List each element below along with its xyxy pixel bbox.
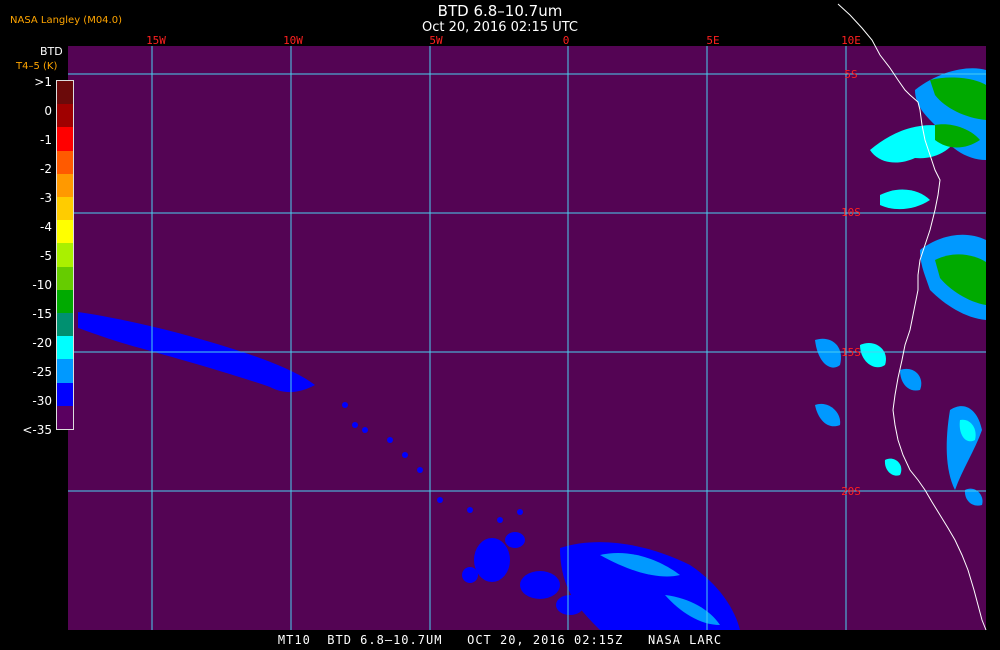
legend-tick-label: <-35 xyxy=(22,423,52,437)
cloud-speck xyxy=(517,509,523,515)
cloud-east-cyan xyxy=(860,342,886,368)
cloud-speck xyxy=(497,517,503,523)
cloud-east-blue xyxy=(946,406,982,490)
cloud-east-blue xyxy=(900,368,922,391)
cloud-speck xyxy=(362,427,368,433)
image-timestamp: Oct 20, 2016 02:15 UTC xyxy=(422,20,578,35)
legend-tick-label: -4 xyxy=(40,220,52,234)
legend-swatch xyxy=(57,382,73,406)
legend-swatch xyxy=(57,405,73,430)
legend-swatch xyxy=(57,81,73,105)
cloud-speck xyxy=(342,402,348,408)
map-overlay: 15W 10W 5W 0 5E 10E 5S 10S 15S 20S xyxy=(68,3,987,631)
bottom-caption: MT10 BTD 6.8–10.7UM OCT 20, 2016 02:15Z … xyxy=(277,633,723,647)
cloud-speck xyxy=(352,422,358,428)
legend-units: T4–5 (K) xyxy=(16,61,58,72)
cloud-east-cyan xyxy=(880,189,930,210)
longitude-label: 15W xyxy=(146,34,166,47)
legend-tick-label: -10 xyxy=(32,278,52,292)
provider-label: NASA Langley (M04.0) xyxy=(10,15,122,26)
cloud-speck xyxy=(467,507,473,513)
longitude-label: 5W xyxy=(429,34,443,47)
legend-swatch xyxy=(57,336,73,360)
legend-title: BTD xyxy=(40,45,63,58)
cloud-east-cyan xyxy=(884,458,902,476)
cloud-blob xyxy=(520,571,560,599)
legend-color-bar xyxy=(56,80,74,430)
legend-swatch xyxy=(57,243,73,267)
latitude-label: 10S xyxy=(841,206,861,219)
legend-tick-label: -3 xyxy=(40,191,52,205)
legend-swatch xyxy=(57,150,73,174)
cloud-blob xyxy=(462,567,478,583)
cloud-blob xyxy=(556,595,584,615)
legend-swatch xyxy=(57,266,73,290)
legend-tick-label: -15 xyxy=(32,307,52,321)
latitude-label: 15S xyxy=(841,346,861,359)
cloud-east-blue xyxy=(815,403,841,427)
legend-swatch xyxy=(57,220,73,244)
legend-tick-label: -30 xyxy=(32,394,52,408)
legend-tick-label: -25 xyxy=(32,365,52,379)
legend-swatch xyxy=(57,104,73,128)
legend-swatch xyxy=(57,359,73,383)
cloud-speck xyxy=(387,437,393,443)
longitude-label: 10W xyxy=(283,34,303,47)
image-title: BTD 6.8–10.7um xyxy=(437,2,563,20)
cloud-blob xyxy=(505,532,525,548)
legend-swatch xyxy=(57,289,73,314)
cloud-speck xyxy=(437,497,443,503)
legend-swatch xyxy=(57,197,73,221)
legend-swatch xyxy=(57,313,73,337)
latitude-label: 20S xyxy=(841,485,861,498)
legend-tick-label: >1 xyxy=(34,75,52,89)
legend-tick-label: -2 xyxy=(40,162,52,176)
cloud-east-blue xyxy=(815,338,841,368)
cloud-blob xyxy=(474,538,510,582)
legend-swatch xyxy=(57,127,73,151)
cloud-speck xyxy=(417,467,423,473)
latitude-label: 5S xyxy=(844,68,857,81)
legend-tick-label: 0 xyxy=(44,104,52,118)
legend-tick-label: -5 xyxy=(40,249,52,263)
longitude-label: 5E xyxy=(706,34,719,47)
cloud-speck xyxy=(402,452,408,458)
legend-tick-label: -20 xyxy=(32,336,52,350)
legend-tick-label: -1 xyxy=(40,133,52,147)
legend-swatch xyxy=(57,173,73,198)
longitude-label: 10E xyxy=(841,34,861,47)
longitude-label: 0 xyxy=(563,34,570,47)
